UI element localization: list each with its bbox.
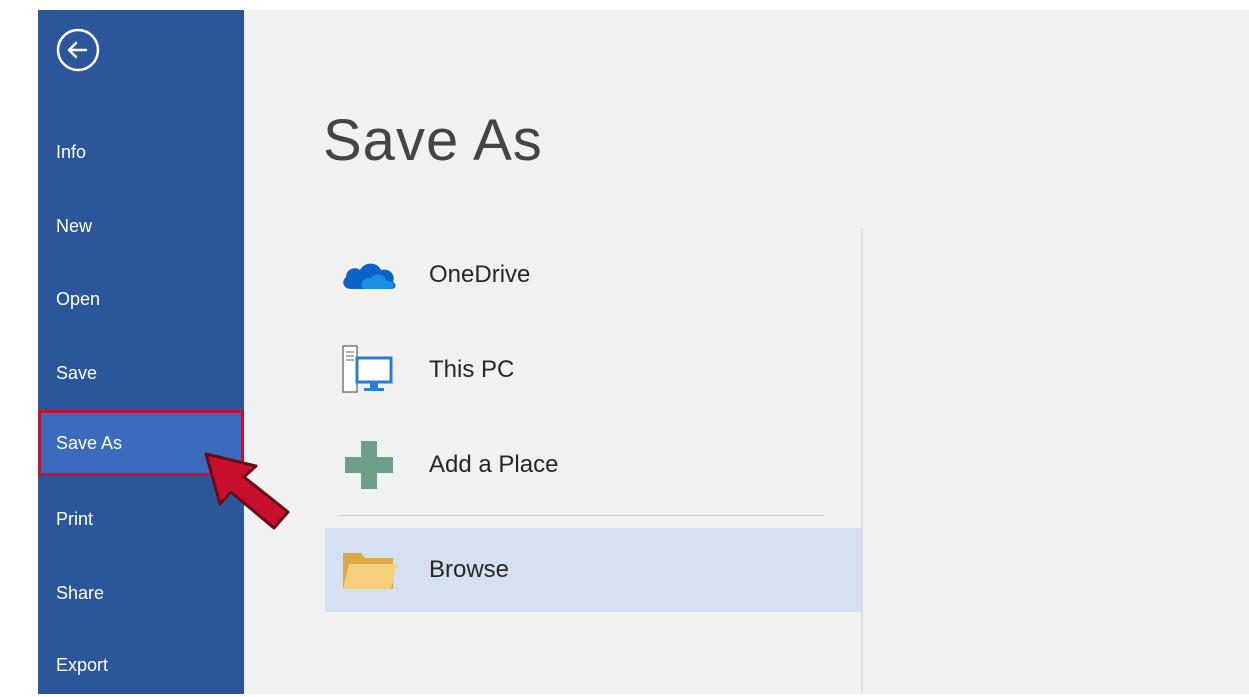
back-button[interactable] [42,14,114,86]
computer-icon [339,340,399,400]
nav-open-label: Open [56,288,101,309]
page-title: Save As [323,108,543,173]
location-this-pc[interactable]: This PC [325,328,863,412]
nav-new-label: New [56,215,93,236]
nav-open[interactable]: Open [38,267,244,331]
main-panel: Save As OneDrive This PC Add a Place Bro… [244,10,1249,694]
location-browse-label: Browse [429,556,510,583]
nav-export[interactable]: Export [38,633,244,697]
folder-icon [339,540,399,600]
onedrive-cloud-icon [339,245,399,305]
nav-save-label: Save [56,362,98,383]
location-onedrive[interactable]: OneDrive [325,233,863,317]
location-onedrive-label: OneDrive [429,261,531,288]
horizontal-divider [337,515,824,516]
nav-new[interactable]: New [38,194,244,258]
pointer-arrow-icon [204,452,290,530]
backstage-sidebar: Info New Open Save Save As Print Share E… [38,10,244,694]
location-add-a-place[interactable]: Add a Place [325,423,863,507]
back-arrow-circle-icon [56,28,100,72]
nav-info-label: Info [56,141,87,162]
nav-save-as-label: Save As [56,432,123,453]
nav-info[interactable]: Info [38,120,244,184]
plus-icon [339,435,399,495]
location-add-a-place-label: Add a Place [429,451,559,478]
location-this-pc-label: This PC [429,356,515,383]
nav-print-label: Print [56,508,94,529]
nav-share-label: Share [56,582,105,603]
nav-share[interactable]: Share [38,561,244,625]
location-browse[interactable]: Browse [325,528,863,612]
nav-export-label: Export [56,654,109,675]
nav-save[interactable]: Save [38,341,244,405]
